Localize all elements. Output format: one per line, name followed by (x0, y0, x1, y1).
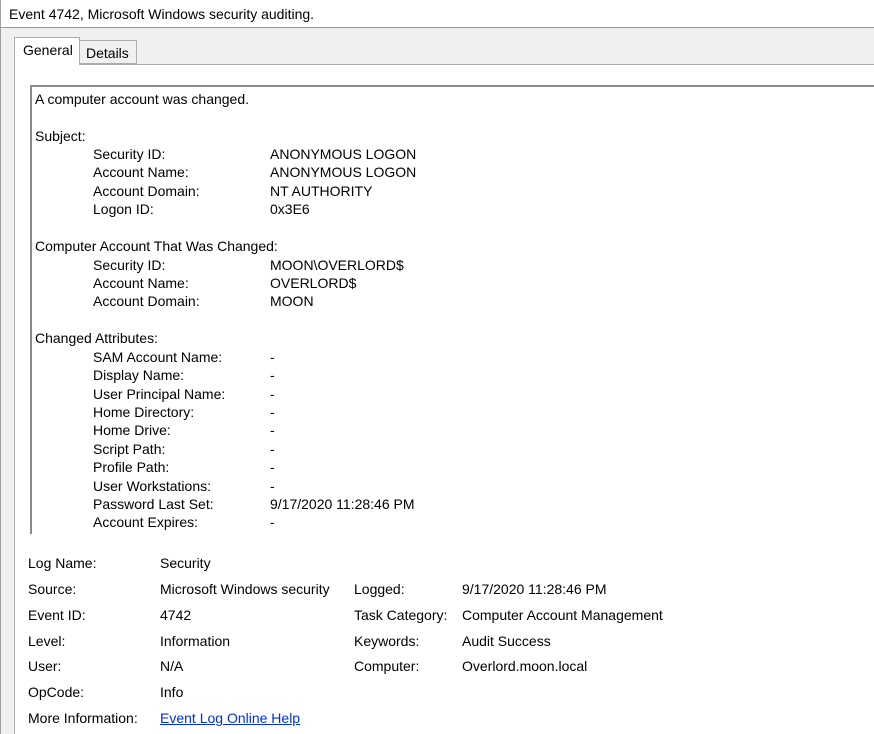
attr-home-directory-label: Home Directory: (93, 404, 195, 420)
tab-details[interactable]: Details (79, 40, 137, 64)
attr-user-principal-name-value: - (270, 386, 275, 402)
subject-account-domain-label: Account Domain: (93, 183, 200, 199)
computer-value: Overlord.moon.local (462, 658, 588, 674)
task-category-value: Computer Account Management (462, 607, 663, 623)
user-value: N/A (160, 658, 184, 674)
attr-user-workstations-value: - (270, 478, 275, 494)
window-title: Event 4742, Microsoft Windows security a… (9, 6, 315, 22)
attr-password-last-set-value: 9/17/2020 11:28:46 PM (270, 496, 415, 512)
log-name-label: Log Name: (28, 555, 97, 571)
changed-account-name-label: Account Name: (93, 275, 189, 291)
source-label: Source: (28, 581, 77, 597)
event-description-textbox[interactable]: A computer account was changed. Subject:… (30, 85, 874, 534)
changed-attributes-heading: Changed Attributes: (35, 330, 158, 346)
attr-password-last-set-label: Password Last Set: (93, 496, 214, 512)
tab-general-label: General (23, 42, 73, 58)
subject-logon-id-value: 0x3E6 (270, 201, 310, 217)
attr-home-drive-label: Home Drive: (93, 422, 171, 438)
attr-display-name-value: - (270, 367, 275, 383)
subject-security-id-label: Security ID: (93, 146, 166, 162)
log-name-value: Security (160, 555, 211, 571)
attr-user-principal-name-label: User Principal Name: (93, 386, 226, 402)
changed-account-domain-label: Account Domain: (93, 293, 200, 309)
changed-account-domain-value: MOON (270, 293, 314, 309)
keywords-label: Keywords: (354, 633, 420, 649)
title-bar: Event 4742, Microsoft Windows security a… (1, 0, 874, 28)
subject-heading: Subject: (35, 128, 86, 144)
event-log-online-help-link-container: Event Log Online Help (160, 710, 300, 726)
tab-general[interactable]: General (14, 37, 80, 65)
attr-home-directory-value: - (270, 404, 275, 420)
logged-label: Logged: (354, 581, 405, 597)
task-category-label: Task Category: (354, 607, 448, 623)
subject-account-name-value: ANONYMOUS LOGON (270, 164, 417, 180)
subject-account-domain-value: NT AUTHORITY (270, 183, 373, 199)
attr-sam-account-name-value: - (270, 349, 275, 365)
attr-user-workstations-label: User Workstations: (93, 478, 211, 494)
opcode-label: OpCode: (28, 684, 85, 700)
attr-account-expires-label: Account Expires: (93, 514, 199, 530)
tab-details-label: Details (86, 45, 129, 61)
keywords-value: Audit Success (462, 633, 551, 649)
changed-account-name-value: OVERLORD$ (270, 275, 357, 291)
opcode-value: Info (160, 684, 184, 700)
attr-profile-path-value: - (270, 459, 275, 475)
subject-account-name-label: Account Name: (93, 164, 189, 180)
user-label: User: (28, 658, 62, 674)
attr-home-drive-value: - (270, 422, 275, 438)
attr-profile-path-label: Profile Path: (93, 459, 170, 475)
changed-security-id-label: Security ID: (93, 257, 166, 273)
event-log-online-help-link[interactable]: Event Log Online Help (160, 710, 300, 726)
level-label: Level: (28, 633, 66, 649)
event-id-value: 4742 (160, 607, 192, 623)
event-properties-window: Event 4742, Microsoft Windows security a… (0, 0, 874, 734)
more-information-label: More Information: (28, 710, 138, 726)
subject-security-id-value: ANONYMOUS LOGON (270, 146, 417, 162)
logged-value: 9/17/2020 11:28:46 PM (462, 581, 607, 597)
attr-script-path-label: Script Path: (93, 441, 166, 457)
level-value: Information (160, 633, 231, 649)
event-id-label: Event ID: (28, 607, 86, 623)
attr-sam-account-name-label: SAM Account Name: (93, 349, 223, 365)
subject-logon-id-label: Logon ID: (93, 201, 154, 217)
computer-label: Computer: (354, 658, 420, 674)
changed-account-heading: Computer Account That Was Changed: (35, 238, 278, 254)
attr-script-path-value: - (270, 441, 275, 457)
source-value: Microsoft Windows security (160, 581, 330, 597)
description-summary: A computer account was changed. (35, 91, 250, 107)
attr-display-name-label: Display Name: (93, 367, 185, 383)
attr-account-expires-value: - (270, 514, 275, 530)
changed-security-id-value: MOON\OVERLORD$ (270, 257, 404, 273)
